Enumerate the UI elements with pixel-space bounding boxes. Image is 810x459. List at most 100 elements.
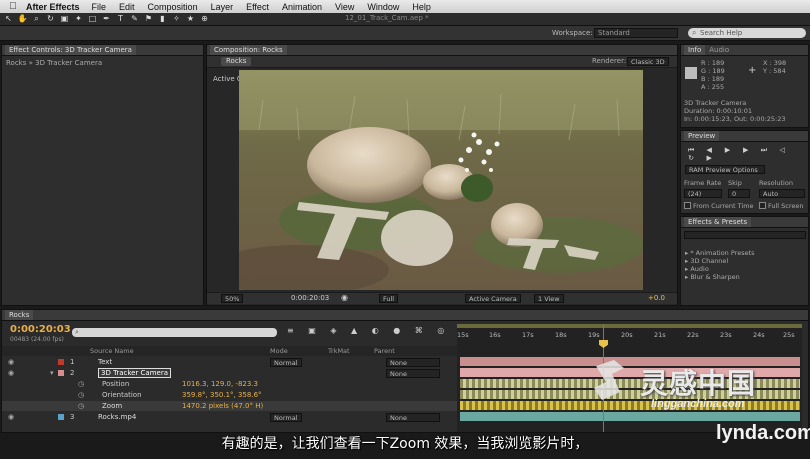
- search-help-input[interactable]: Search Help: [688, 28, 806, 38]
- camera-tool-icon[interactable]: ▣: [59, 14, 70, 24]
- comp-name-pill[interactable]: Rocks: [221, 57, 252, 66]
- type-tool-icon[interactable]: T: [115, 14, 126, 24]
- tab-audio[interactable]: Audio: [705, 45, 733, 55]
- expand-arrow-icon[interactable]: ▾: [50, 368, 54, 378]
- tab-composition[interactable]: Composition: Rocks: [210, 45, 287, 55]
- pen-tool-icon[interactable]: ✒: [101, 14, 112, 24]
- loop-icon[interactable]: ↻: [686, 154, 696, 162]
- menu-composition[interactable]: Composition: [148, 2, 198, 12]
- effects-item[interactable]: ▸ Blur & Sharpen: [685, 273, 755, 281]
- layer-name[interactable]: 3D Tracker Camera: [98, 368, 172, 378]
- menu-file[interactable]: File: [92, 2, 107, 12]
- frame-rate-select[interactable]: (24): [684, 189, 722, 198]
- ram-preview-options-select[interactable]: RAM Preview Options: [685, 165, 765, 174]
- layer-duration-bar[interactable]: [460, 412, 800, 421]
- tab-timeline-rocks[interactable]: Rocks: [5, 310, 34, 320]
- composition-viewer[interactable]: [239, 70, 643, 290]
- pan-behind-tool-icon[interactable]: ✦: [73, 14, 84, 24]
- ram-preview-icon[interactable]: ▶: [704, 154, 714, 162]
- clone-stamp-tool-icon[interactable]: ⚑: [143, 14, 154, 24]
- next-frame-icon[interactable]: ▶: [741, 146, 751, 154]
- renderer-select[interactable]: Classic 3D: [627, 57, 669, 66]
- visibility-eye-icon[interactable]: ◉: [8, 368, 14, 378]
- playhead-handle[interactable]: [599, 340, 608, 348]
- stopwatch-icon[interactable]: ◷: [78, 379, 84, 389]
- menu-layer[interactable]: Layer: [211, 2, 234, 12]
- layer-parent-select[interactable]: None: [386, 358, 440, 367]
- work-area-bar[interactable]: [457, 324, 802, 328]
- keyframe-track[interactable]: [460, 401, 800, 410]
- layer-mode-select[interactable]: Normal: [270, 413, 302, 422]
- last-frame-icon[interactable]: ⏭: [759, 146, 769, 154]
- visibility-eye-icon[interactable]: ◉: [8, 357, 14, 367]
- comp-timecode[interactable]: 0:00:20:03: [291, 294, 329, 302]
- first-frame-icon[interactable]: ⏮: [686, 146, 696, 154]
- puppet-tool-icon[interactable]: ★: [185, 14, 196, 24]
- menu-help[interactable]: Help: [412, 2, 431, 12]
- effects-item[interactable]: ▸ 3D Channel: [685, 257, 755, 265]
- stopwatch-icon[interactable]: ◷: [78, 390, 84, 400]
- timeline-switches[interactable]: ≡ ▣ ◈ ▲ ◐ ● ⌘ ◎ □: [287, 326, 472, 335]
- effects-item[interactable]: ▸ Audio: [685, 265, 755, 273]
- rectangle-tool-icon[interactable]: □: [87, 14, 98, 24]
- column-trkmat[interactable]: TrkMat: [328, 346, 350, 356]
- timeline-property-row[interactable]: ◷ Orientation 359.8°, 350.1°, 358.6°: [2, 390, 457, 400]
- hand-tool-icon[interactable]: ✋: [17, 14, 28, 24]
- views-layout-select[interactable]: 1 View: [534, 294, 564, 303]
- timeline-property-row[interactable]: ◷ Zoom 1470.2 pixels (47.0° H): [2, 401, 457, 411]
- timeline-layer-row[interactable]: ◉ 1 Text Normal None: [2, 357, 457, 367]
- roto-brush-tool-icon[interactable]: ✧: [171, 14, 182, 24]
- menu-edit[interactable]: Edit: [119, 2, 135, 12]
- layer-name[interactable]: Rocks.mp4: [98, 412, 136, 422]
- zoom-select[interactable]: 50%: [221, 294, 244, 303]
- timeline-layer-row[interactable]: ◉ 3 Rocks.mp4 Normal None: [2, 412, 457, 422]
- axis-mode-icon[interactable]: ⊕: [199, 14, 210, 24]
- property-value[interactable]: 1470.2 pixels (47.0° H): [182, 401, 263, 411]
- effects-item[interactable]: ▸ * Animation Presets: [685, 249, 755, 257]
- camera-view-select[interactable]: Active Camera: [465, 294, 521, 303]
- menu-effect[interactable]: Effect: [246, 2, 269, 12]
- workspace-select[interactable]: Standard: [594, 28, 678, 38]
- apple-icon[interactable]: : [0, 1, 26, 12]
- column-mode[interactable]: Mode: [270, 346, 288, 356]
- play-icon[interactable]: ▶: [722, 146, 732, 154]
- resolution-select[interactable]: Full: [379, 294, 399, 303]
- time-ruler[interactable]: 15s 16s 17s 18s 19s 20s 21s 22s 23s 24s …: [457, 331, 802, 341]
- property-value[interactable]: 359.8°, 350.1°, 358.6°: [182, 390, 262, 400]
- from-current-checkbox[interactable]: [684, 202, 691, 209]
- eraser-tool-icon[interactable]: ▮: [157, 14, 168, 24]
- menu-window[interactable]: Window: [367, 2, 399, 12]
- stopwatch-icon[interactable]: ◷: [78, 401, 84, 411]
- layer-mode-select[interactable]: Normal: [270, 358, 302, 367]
- tab-preview[interactable]: Preview: [684, 131, 720, 141]
- rotate-tool-icon[interactable]: ↻: [45, 14, 56, 24]
- column-parent[interactable]: Parent: [374, 346, 395, 356]
- timeline-property-row[interactable]: ◷ Position 1016.3, 129.0, -823.3: [2, 379, 457, 389]
- layer-label-color[interactable]: [58, 359, 64, 365]
- column-source-name[interactable]: Source Name: [90, 346, 134, 356]
- effects-search-input[interactable]: [684, 231, 806, 239]
- timeline-timecode[interactable]: 0:00:20:03: [10, 324, 71, 335]
- zoom-tool-icon[interactable]: ⌕: [31, 14, 42, 24]
- full-screen-checkbox[interactable]: [759, 202, 766, 209]
- skip-input[interactable]: 0: [728, 189, 750, 198]
- exposure-value[interactable]: +0.0: [648, 294, 665, 302]
- layer-parent-select[interactable]: None: [386, 369, 440, 378]
- layer-label-color[interactable]: [58, 370, 64, 376]
- menu-app-name[interactable]: After Effects: [26, 2, 80, 12]
- resolution-select-preview[interactable]: Auto: [759, 189, 805, 198]
- snapshot-camera-icon[interactable]: ◉: [341, 293, 348, 302]
- mute-icon[interactable]: ◁: [777, 146, 787, 154]
- brush-tool-icon[interactable]: ✎: [129, 14, 140, 24]
- menu-animation[interactable]: Animation: [282, 2, 322, 12]
- property-value[interactable]: 1016.3, 129.0, -823.3: [182, 379, 258, 389]
- tab-effects-presets[interactable]: Effects & Presets: [684, 217, 752, 227]
- layer-label-color[interactable]: [58, 414, 64, 420]
- timeline-search-input[interactable]: [72, 328, 277, 337]
- tab-effect-controls[interactable]: Effect Controls: 3D Tracker Camera: [5, 45, 136, 55]
- menu-view[interactable]: View: [335, 2, 354, 12]
- selection-tool-icon[interactable]: ↖: [3, 14, 14, 24]
- layer-name[interactable]: Text: [98, 357, 112, 367]
- layer-parent-select[interactable]: None: [386, 413, 440, 422]
- timeline-layer-row[interactable]: ◉ ▾ 2 3D Tracker Camera None: [2, 368, 457, 378]
